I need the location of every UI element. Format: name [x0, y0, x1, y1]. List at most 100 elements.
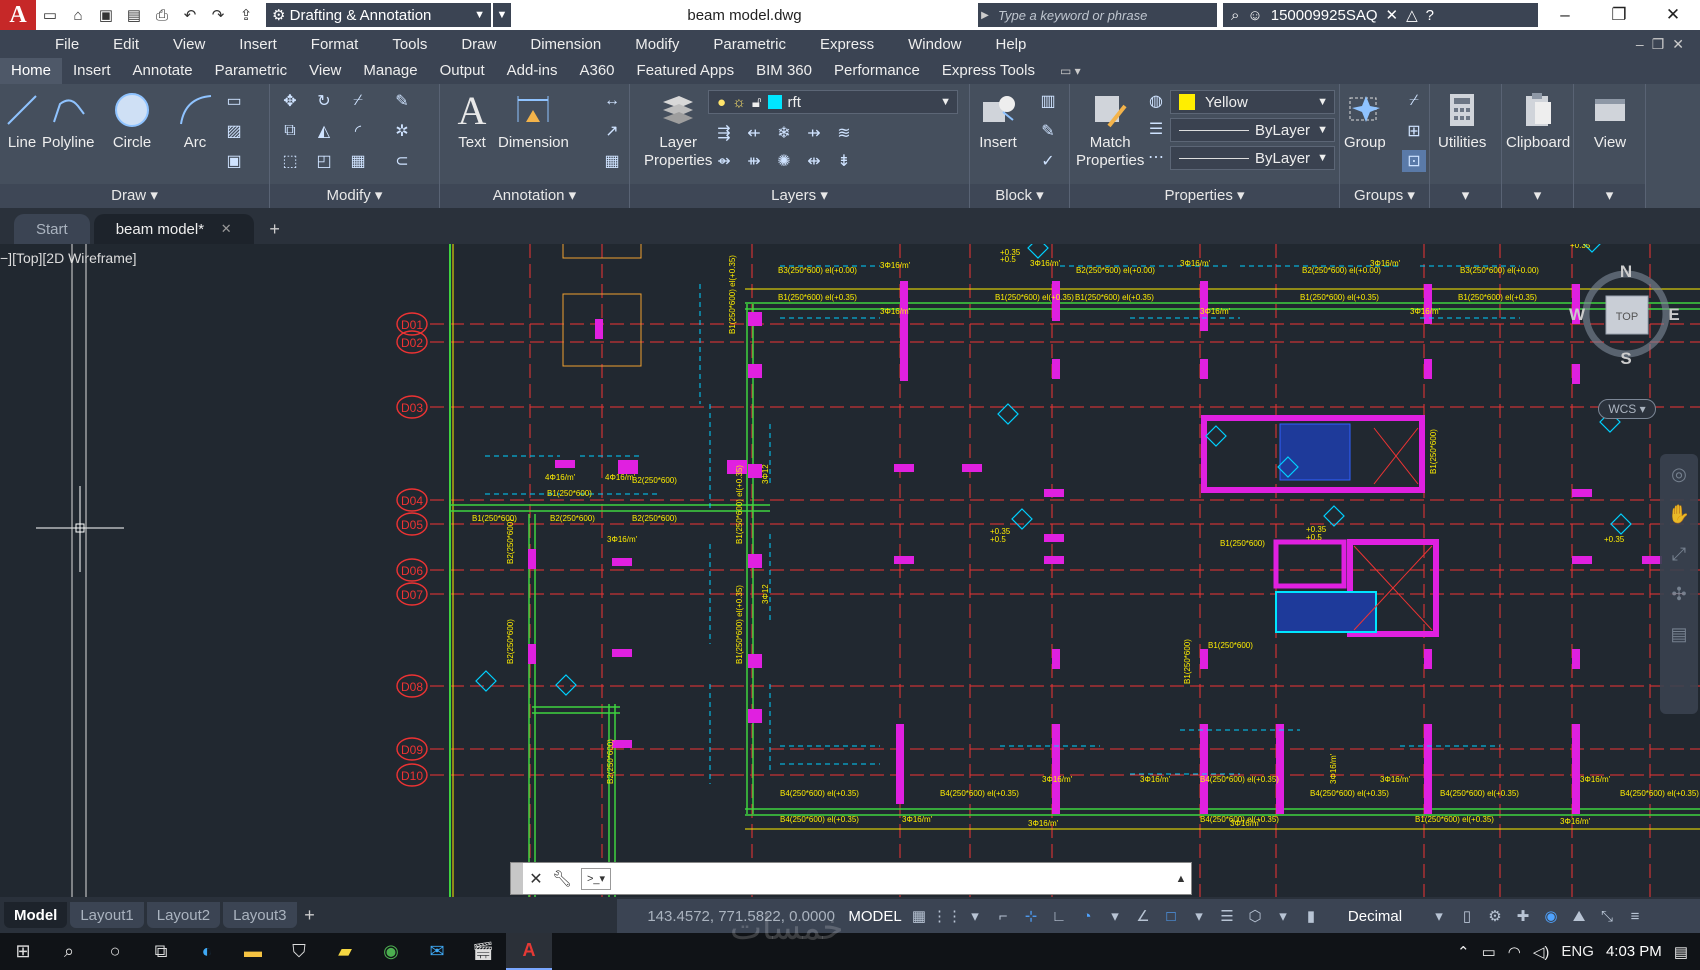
dynamic-input-icon[interactable]: ⊹: [1017, 902, 1045, 930]
chevron-down-icon[interactable]: ▾: [1425, 902, 1453, 930]
selection-cycling-icon[interactable]: ⬡: [1241, 902, 1269, 930]
layer-freeze-icon[interactable]: ❄: [772, 122, 796, 144]
menu-modify[interactable]: Modify: [618, 36, 696, 53]
lineweight-toggle-icon[interactable]: ☰: [1213, 902, 1241, 930]
wcs-menu-button[interactable]: WCS ▾: [1598, 399, 1656, 419]
erase-icon[interactable]: ✎: [390, 90, 414, 112]
media-player-icon[interactable]: 🎬︎: [460, 933, 506, 970]
menu-help[interactable]: Help: [979, 36, 1044, 53]
menu-edit[interactable]: Edit: [96, 36, 156, 53]
lineweight-dropdown[interactable]: ByLayer ▼: [1170, 146, 1335, 170]
volume-icon[interactable]: ◁): [1533, 943, 1550, 961]
arc-button[interactable]: Arc: [175, 90, 215, 151]
linetype-dropdown[interactable]: ByLayer ▼: [1170, 118, 1335, 142]
autocad-taskbar-icon[interactable]: A: [506, 933, 552, 970]
tab-layout3[interactable]: Layout3: [223, 902, 297, 928]
layer-unisolate-icon[interactable]: ⇴: [712, 150, 736, 172]
ortho-icon[interactable]: ∟: [1045, 902, 1073, 930]
trim-icon[interactable]: ⌿: [346, 90, 370, 112]
chevron-down-icon[interactable]: ▾: [1101, 902, 1129, 930]
tab-featured-apps[interactable]: Featured Apps: [626, 58, 746, 84]
wrench-icon[interactable]: 🔧︎: [549, 863, 575, 894]
layers-panel-title[interactable]: Layers ▾: [630, 184, 969, 208]
quick-properties-icon[interactable]: ▯: [1453, 902, 1481, 930]
viewcube[interactable]: TOP N S E W: [1568, 256, 1684, 372]
model-space-button[interactable]: MODEL: [845, 908, 905, 925]
sticky-notes-icon[interactable]: ▰: [322, 933, 368, 970]
snap-icon[interactable]: ⋮⋮: [932, 902, 962, 930]
group-button[interactable]: Group: [1344, 90, 1386, 151]
tab-home[interactable]: Home: [0, 58, 63, 84]
layer-dropdown[interactable]: ● ☼ 🔓︎ rft ▼: [708, 90, 958, 114]
workspace-switch-icon[interactable]: ⚙: [1481, 902, 1509, 930]
rotate-icon[interactable]: ↻: [312, 90, 336, 112]
groups-panel-title[interactable]: Groups ▾: [1340, 184, 1429, 208]
battery-icon[interactable]: ▭: [1482, 943, 1496, 961]
ribbon-minimize-icon[interactable]: ▭ ▾: [1060, 64, 1081, 78]
layer-lock-icon[interactable]: ⇸: [802, 122, 826, 144]
clipboard-panel-title[interactable]: ▾: [1502, 184, 1573, 208]
command-input[interactable]: [611, 866, 1171, 891]
isolate-objects-icon[interactable]: ◉: [1537, 902, 1565, 930]
maximize-button[interactable]: ❐: [1592, 0, 1646, 30]
notification-icon[interactable]: ▤: [1674, 943, 1688, 961]
chevron-down-icon[interactable]: ▾: [961, 902, 989, 930]
tab-performance[interactable]: Performance: [823, 58, 931, 84]
tab-view[interactable]: View: [298, 58, 352, 84]
chrome-icon[interactable]: ◉: [368, 933, 414, 970]
exchange-icon[interactable]: ✕: [1386, 6, 1399, 24]
layer-thaw-icon[interactable]: ✺: [772, 150, 796, 172]
layer-on-icon[interactable]: ⇻: [742, 150, 766, 172]
file-explorer-icon[interactable]: ▬: [230, 933, 276, 970]
explode-icon[interactable]: ✲: [390, 120, 414, 142]
grid-icon[interactable]: ▦: [905, 902, 933, 930]
text-button[interactable]: A Text: [452, 88, 492, 152]
rectangle-icon[interactable]: ▭: [222, 90, 246, 112]
search-expand-icon[interactable]: ▶: [978, 3, 992, 27]
zoom-extents-icon[interactable]: ⤢: [1660, 534, 1698, 574]
array-icon[interactable]: ▦: [346, 150, 370, 172]
minimize-button[interactable]: –: [1538, 0, 1592, 30]
hatch-icon[interactable]: ▨: [222, 120, 246, 142]
tab-start[interactable]: Start: [14, 214, 90, 244]
ungroup-icon[interactable]: ⌿: [1402, 90, 1426, 112]
annotation-monitor-icon[interactable]: ✚: [1509, 902, 1537, 930]
quick-access-customize-button[interactable]: ▼: [493, 3, 511, 27]
tab-model[interactable]: Model: [4, 902, 68, 928]
layer-properties-button[interactable]: Layer Properties: [644, 90, 712, 170]
share-icon[interactable]: ⇪: [234, 4, 258, 26]
new-file-icon[interactable]: ▭: [38, 4, 62, 26]
view-panel-title[interactable]: ▾: [1574, 184, 1645, 208]
steering-wheel-icon[interactable]: ◎: [1660, 454, 1698, 494]
binoculars-icon[interactable]: ⌕: [1231, 7, 1239, 24]
workspace-dropdown[interactable]: ⚙ Drafting & Annotation ▼: [266, 3, 491, 27]
move-icon[interactable]: ✥: [278, 90, 302, 112]
redo-icon[interactable]: ↷: [206, 4, 230, 26]
block-panel-title[interactable]: Block ▾: [970, 184, 1069, 208]
chevron-up-icon[interactable]: ⌃: [1457, 943, 1470, 961]
mail-icon[interactable]: ✉: [414, 933, 460, 970]
search-input[interactable]: Type a keyword or phrase: [992, 3, 1217, 27]
tab-layout1[interactable]: Layout1: [70, 902, 144, 928]
circle-button[interactable]: Circle: [112, 90, 152, 151]
drawing-canvas[interactable]: D01 D02 D03 D04 D05 D06 D07 D08 D09 D10 B3(250*600…: [0, 244, 1700, 897]
edge-icon[interactable]: ◐: [184, 933, 230, 970]
new-layout-button[interactable]: +: [297, 902, 323, 928]
viewport-controls[interactable]: −][Top][2D Wireframe]: [0, 250, 137, 266]
clipboard-button[interactable]: Clipboard: [1506, 90, 1570, 151]
edit-block-icon[interactable]: ✎: [1036, 120, 1060, 142]
user-account-area[interactable]: ⌕ ☺ 150009925SAQ ✕ △ ?: [1223, 3, 1538, 27]
menu-window[interactable]: Window: [891, 36, 978, 53]
menu-file[interactable]: File: [0, 36, 96, 53]
pan-icon[interactable]: ✋: [1660, 494, 1698, 534]
tab-beam-model[interactable]: beam model* ✕: [93, 214, 254, 244]
line-button[interactable]: Line: [2, 90, 42, 151]
undo-icon[interactable]: ↶: [178, 4, 202, 26]
object-snap-icon[interactable]: □: [1157, 902, 1185, 930]
fillet-icon[interactable]: ◜: [346, 120, 370, 142]
chevron-down-icon[interactable]: ▾: [1269, 902, 1297, 930]
scale-icon[interactable]: ◰: [312, 150, 336, 172]
properties-panel-title[interactable]: Properties ▾: [1070, 184, 1339, 208]
windows-start-icon[interactable]: ⊞: [0, 933, 46, 970]
tab-express-tools[interactable]: Express Tools: [931, 58, 1046, 84]
